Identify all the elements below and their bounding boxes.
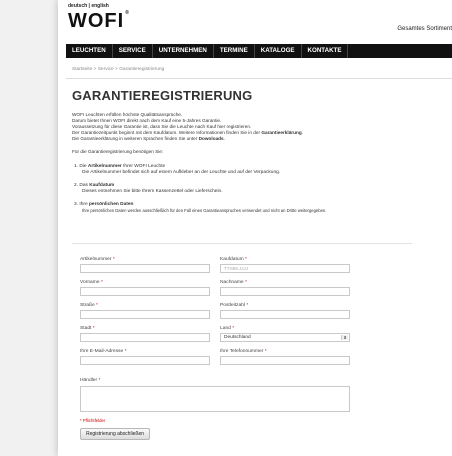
nav-item-service[interactable]: SERVICE: [113, 44, 153, 58]
required-mark: *: [100, 280, 103, 285]
step-1-description: Die Artikelnummer befindet sich auf eine…: [82, 170, 281, 175]
land-label: Land *: [220, 326, 234, 331]
step-number: 3.: [74, 202, 79, 207]
step-prefix: Das: [79, 183, 90, 188]
downloads-link[interactable]: Downloads: [199, 136, 224, 141]
required-mark: *: [92, 326, 95, 331]
nav-item-termine[interactable]: TERMINE: [214, 44, 255, 58]
telefon-input[interactable]: [220, 356, 350, 365]
select-arrow-icon: ⬍: [341, 335, 348, 340]
telefon-label-text: Ihre Telefonnummer: [220, 349, 264, 354]
logo-registered-mark: ®: [125, 10, 130, 16]
logo-text: WOFI: [68, 10, 125, 32]
submit-registration-button[interactable]: Registrierung abschließen: [80, 428, 151, 440]
intro-line-5: Die Garantieerklärung in weiteren Sprach…: [72, 136, 225, 141]
email-label-text: Ihre E-Mail-Adresse: [80, 349, 124, 354]
vorname-label-text: Vorname: [80, 280, 100, 285]
strasse-label-text: Straße: [80, 303, 95, 308]
kaufdatum-label-text: Kaufdatum: [220, 257, 244, 262]
step-prefix: Ihre: [79, 202, 89, 207]
land-label-text: Land: [220, 326, 231, 331]
form-divider: [72, 243, 412, 244]
step-title: Artikelnummer: [87, 164, 122, 169]
land-select[interactable]: Deutschland ⬍: [220, 333, 350, 342]
step-2-description: Dieses entnehmen Sie bitte Ihrem Kassenz…: [82, 189, 223, 194]
step-suffix: Ihrer WOFI Leuchte: [121, 164, 166, 169]
intro-line-5-text: Die Garantieerklärung in weiteren Sprach…: [72, 136, 199, 141]
postleitzahl-input[interactable]: [220, 310, 350, 319]
nav-item-unternehmen[interactable]: UNTERNEHMEN: [153, 44, 214, 58]
nav-item-leuchten[interactable]: LEUCHTEN: [66, 44, 113, 58]
artikelnummer-input[interactable]: [80, 264, 210, 273]
kaufdatum-label: Kaufdatum *: [220, 257, 247, 262]
nav-item-kataloge[interactable]: KATALOGE: [255, 44, 302, 58]
required-fields-note: * Pflichtfelder: [80, 418, 106, 423]
step-3-description: Ihre persönlichen Daten werden ausschlie…: [82, 208, 327, 213]
vorname-input[interactable]: [80, 287, 210, 296]
required-mark: *: [124, 349, 127, 354]
page-content: deutsch | english WOFI® Gesamtes Sortime…: [58, 0, 452, 456]
required-mark: *: [245, 280, 247, 285]
strasse-label: Straße *: [80, 303, 98, 308]
nachname-label: Nachname *: [220, 280, 247, 285]
requirements-intro: Für die Garantieregistrierung benötigen …: [72, 149, 164, 154]
step-title: persönlichen Daten: [88, 202, 134, 207]
step-title: Kaufdatum: [89, 183, 115, 188]
required-mark: *: [245, 257, 247, 262]
required-mark: *: [264, 349, 267, 354]
assortment-link[interactable]: Gesamtes Sortiment: [397, 26, 452, 32]
required-mark: *: [112, 257, 115, 262]
stadt-input[interactable]: [80, 333, 210, 342]
guarantee-declaration-link[interactable]: Garantieerklärung: [261, 130, 301, 135]
nachname-label-text: Nachname: [220, 280, 244, 285]
haendler-textarea[interactable]: [80, 386, 350, 412]
step-number: 2.: [74, 183, 79, 188]
stadt-label: Stadt *: [80, 326, 95, 331]
required-mark: *: [98, 378, 101, 383]
artikelnummer-label: Artikelnummer *: [80, 257, 115, 262]
main-navigation: LEUCHTEN SERVICE UNTERNEHMEN TERMINE KAT…: [66, 44, 452, 58]
vorname-label: Vorname *: [80, 280, 103, 285]
postleitzahl-label: Postleitzahl *: [220, 303, 248, 308]
stadt-label-text: Stadt: [80, 326, 92, 331]
nav-item-kontakte[interactable]: KONTAKTE: [302, 44, 349, 58]
postleitzahl-label-text: Postleitzahl: [220, 303, 246, 308]
artikelnummer-label-text: Artikelnummer: [80, 257, 112, 262]
email-input[interactable]: [80, 356, 210, 365]
language-switcher[interactable]: deutsch | english: [68, 3, 109, 9]
intro-line-4-text: Der Garantiezeitpunkt beginnt mit dem Ka…: [72, 130, 262, 135]
email-label: Ihre E-Mail-Adresse *: [80, 349, 126, 354]
haendler-label: Händler *: [80, 378, 100, 383]
step-number: 1.: [74, 164, 79, 169]
required-mark: *: [232, 326, 235, 331]
kaufdatum-input[interactable]: TT.MM.JJJJ: [220, 264, 350, 273]
required-mark: *: [246, 303, 249, 308]
nachname-input[interactable]: [220, 287, 350, 296]
required-mark: *: [96, 303, 98, 308]
divider: [66, 78, 452, 79]
breadcrumb[interactable]: Startseite > Service > Garantieregistrie…: [72, 67, 164, 72]
step-prefix: Die: [79, 164, 88, 169]
wofi-logo[interactable]: WOFI®: [68, 10, 130, 33]
page-title: GARANTIEREGISTRIERUNG: [72, 88, 253, 103]
haendler-label-text: Händler: [80, 378, 98, 383]
strasse-input[interactable]: [80, 310, 210, 319]
telefon-label: Ihre Telefonnummer *: [220, 349, 267, 354]
land-select-value: Deutschland: [224, 335, 251, 340]
